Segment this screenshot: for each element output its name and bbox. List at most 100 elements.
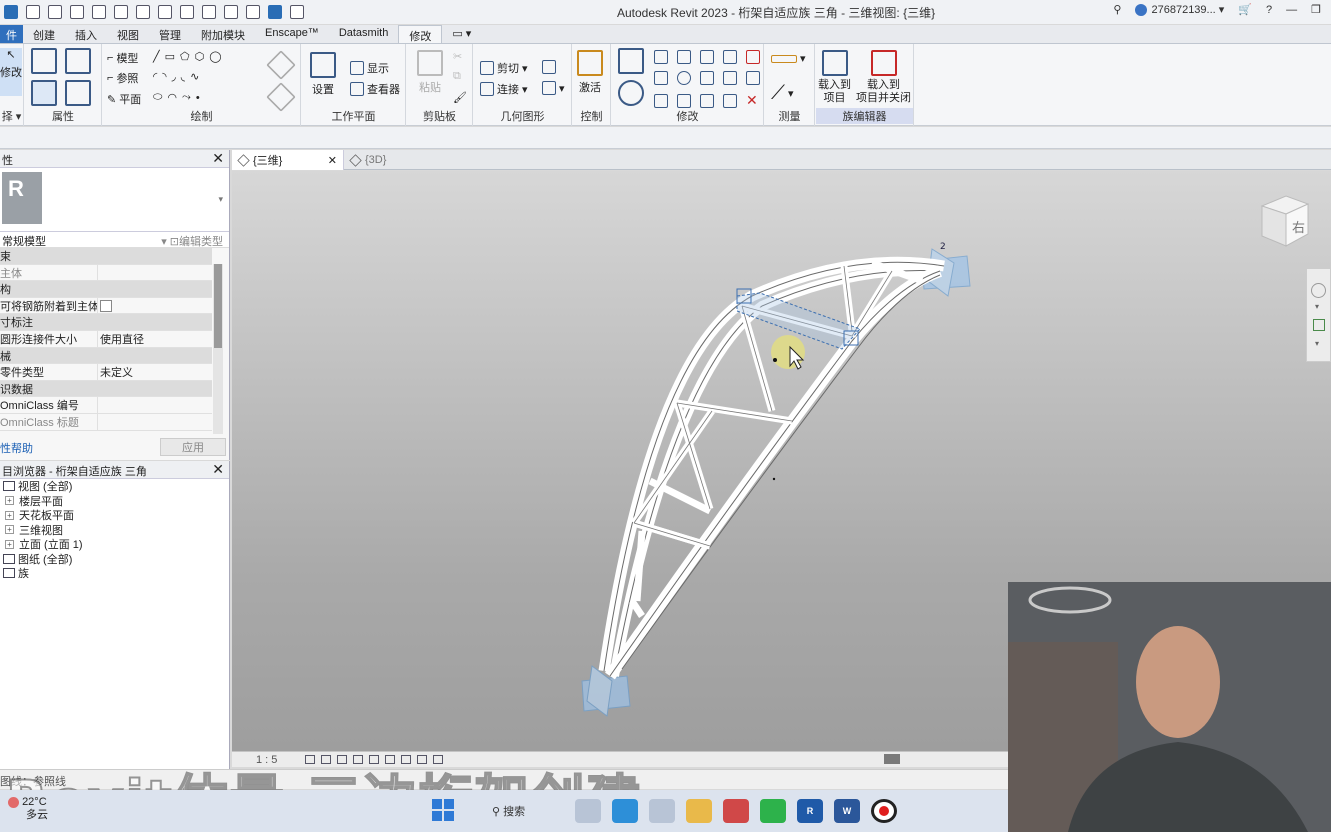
- match-properties-icon[interactable]: 🖌: [453, 91, 467, 104]
- switch-windows-icon[interactable]: [290, 5, 304, 19]
- tab-create[interactable]: 创建: [23, 25, 65, 43]
- text-icon[interactable]: [224, 5, 238, 19]
- tree-item[interactable]: + 立面 (立面 1): [0, 537, 229, 552]
- draw-on-face-button[interactable]: [266, 50, 296, 80]
- scrollbar-thumb[interactable]: [214, 264, 222, 348]
- app-menu-icon[interactable]: [4, 5, 18, 19]
- steering-wheel-icon[interactable]: [1311, 283, 1326, 298]
- property-checkbox[interactable]: [98, 298, 212, 314]
- tree-item[interactable]: + 天花板平面: [0, 508, 229, 523]
- property-value[interactable]: [98, 265, 212, 281]
- split-icon[interactable]: [723, 50, 737, 64]
- dimension-button[interactable]: ⟋ ▾: [771, 82, 794, 105]
- dimension-icon[interactable]: [202, 5, 216, 19]
- expand-icon[interactable]: +: [5, 496, 14, 506]
- expand-icon[interactable]: +: [5, 539, 14, 549]
- copy-element-icon[interactable]: [654, 71, 668, 85]
- arc-center-icon[interactable]: ◝: [162, 70, 166, 83]
- top-chord-inner[interactable]: [609, 265, 941, 677]
- load-into-project-button[interactable]: 载入到 项目: [818, 50, 851, 105]
- arc-start-end-icon[interactable]: ◜: [153, 70, 157, 83]
- trim-icon[interactable]: [654, 93, 668, 108]
- paint-icon[interactable]: ▾: [542, 81, 565, 95]
- property-value[interactable]: [98, 414, 212, 430]
- store-icon[interactable]: [649, 799, 675, 823]
- arc-tangent-icon[interactable]: ◞: [172, 70, 176, 83]
- point-element-icon[interactable]: •: [196, 92, 200, 104]
- spline-icon[interactable]: ∿: [190, 70, 199, 83]
- open-icon[interactable]: [26, 5, 40, 19]
- family-category-button[interactable]: [65, 48, 91, 74]
- pin-icon[interactable]: [746, 50, 760, 64]
- files-icon[interactable]: [686, 799, 712, 823]
- trim-multiple-icon[interactable]: [700, 93, 714, 108]
- horizontal-scrollbar-thumb[interactable]: [884, 754, 900, 764]
- chevron-down-icon[interactable]: ▾: [1315, 302, 1330, 311]
- select-panel-label[interactable]: 择 ▾: [0, 108, 23, 124]
- close-icon[interactable]: ✕: [328, 154, 337, 167]
- properties-help-link[interactable]: 性帮助: [0, 440, 33, 456]
- chevron-down-icon[interactable]: ▾: [1315, 339, 1330, 348]
- tree-item[interactable]: + 三维视图: [0, 523, 229, 538]
- offset-icon[interactable]: [654, 50, 668, 64]
- show-workplane-button[interactable]: 显示: [350, 60, 389, 76]
- plane-button[interactable]: ✎ 平面: [107, 91, 141, 107]
- redo-icon[interactable]: [114, 5, 128, 19]
- cope-icon[interactable]: [542, 60, 556, 74]
- taskbar-search[interactable]: ⚲ 搜索: [492, 803, 525, 819]
- modify-button[interactable]: ↖ 修改: [0, 48, 22, 96]
- expand-icon[interactable]: +: [5, 525, 14, 535]
- user-account[interactable]: 276872139... ▾: [1135, 3, 1224, 17]
- viewer-button[interactable]: 查看器: [350, 81, 400, 97]
- revit-icon[interactable]: R: [797, 799, 823, 823]
- edge-icon[interactable]: [612, 799, 638, 823]
- restore-icon[interactable]: ❐: [1311, 3, 1321, 16]
- draw-on-workplane-button[interactable]: [266, 82, 296, 112]
- join-geometry-button[interactable]: 连接 ▾: [480, 81, 528, 97]
- properties-scrollbar[interactable]: [213, 264, 223, 434]
- mirror-axis-icon[interactable]: [677, 50, 691, 64]
- property-group-header[interactable]: 械: [0, 347, 212, 365]
- tab-manage[interactable]: 管理: [149, 25, 191, 43]
- align-button[interactable]: [618, 48, 644, 74]
- circle-icon[interactable]: ◯: [209, 50, 221, 63]
- measure-distance-button[interactable]: ▾: [771, 52, 806, 65]
- pick-lines-icon[interactable]: ⤳: [182, 91, 191, 104]
- tab-extra[interactable]: ▭ ▾: [442, 25, 481, 43]
- property-group-header[interactable]: 寸标注: [0, 314, 212, 331]
- rectangle-icon[interactable]: ▭: [165, 50, 175, 63]
- tab-file[interactable]: 件: [0, 25, 23, 43]
- save-icon[interactable]: [48, 5, 62, 19]
- tree-item[interactable]: + 楼层平面: [0, 494, 229, 509]
- thin-lines-icon[interactable]: [268, 5, 282, 19]
- polygon-icon[interactable]: ⬠: [180, 50, 190, 63]
- fillet-arc-icon[interactable]: ◟: [181, 70, 185, 83]
- array-icon[interactable]: [700, 71, 714, 85]
- model-line-button[interactable]: ⌐ 模型: [107, 50, 138, 66]
- tab-view[interactable]: 视图: [107, 25, 149, 43]
- zoom-icon[interactable]: [1313, 319, 1325, 331]
- help-icon[interactable]: ?: [1266, 4, 1272, 16]
- unpin-icon[interactable]: [746, 71, 760, 85]
- tab-addins[interactable]: 附加模块: [191, 25, 255, 43]
- tab-datasmith[interactable]: Datasmith: [329, 25, 399, 43]
- weather-widget[interactable]: 22°C 多云: [8, 796, 48, 822]
- property-value[interactable]: 未定义: [98, 364, 212, 380]
- tree-item[interactable]: 视图 (全部): [0, 479, 229, 494]
- rotate-icon[interactable]: [677, 71, 691, 85]
- adaptive-point-1[interactable]: [581, 665, 631, 717]
- viewcube[interactable]: 右: [1256, 192, 1310, 248]
- properties-button[interactable]: [31, 48, 57, 74]
- start-icon[interactable]: [432, 799, 454, 821]
- wechat-icon[interactable]: [760, 799, 786, 823]
- measure-icon[interactable]: [180, 5, 194, 19]
- mirror-draw-icon[interactable]: [700, 50, 714, 64]
- paste-button[interactable]: 粘贴: [417, 50, 443, 95]
- tree-item[interactable]: 族: [0, 566, 229, 581]
- record-icon[interactable]: [871, 799, 897, 823]
- close-icon[interactable]: ✕: [212, 461, 224, 478]
- edit-type-button[interactable]: ▾ ⊡编辑类型: [161, 233, 223, 249]
- tab-enscape[interactable]: Enscape™: [255, 25, 329, 43]
- minimize-icon[interactable]: —: [1286, 4, 1297, 16]
- type-properties-button[interactable]: [65, 80, 91, 106]
